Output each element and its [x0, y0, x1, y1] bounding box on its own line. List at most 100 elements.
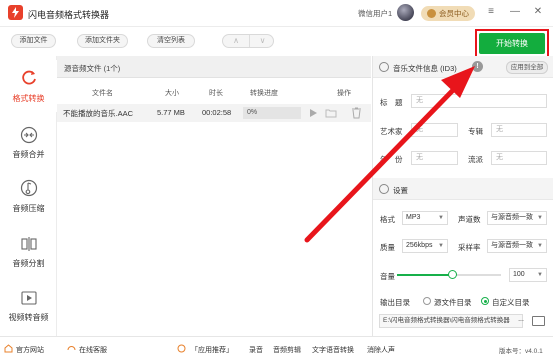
table-row[interactable]: 不能播放的音乐.AAC 5.77 MB 00:02:58 0% — [57, 104, 371, 122]
recommend-label: 「应用推荐」 — [191, 347, 233, 354]
browse-more-button[interactable]: ... — [515, 314, 527, 328]
channels-value: 与源音频一致 — [491, 214, 533, 221]
close-icon[interactable]: ✕ — [532, 6, 544, 18]
genre-label: 流派 — [468, 155, 483, 164]
chevron-down-icon: ▼ — [537, 215, 543, 221]
open-folder-icon[interactable] — [532, 316, 545, 326]
quality-select[interactable]: 256kbps ▼ — [402, 239, 448, 253]
headset-icon — [67, 346, 76, 351]
chevron-down-icon: ▼ — [537, 243, 543, 249]
username[interactable]: 微信用户1 — [358, 8, 392, 19]
volume-input[interactable]: 100 ▼ — [509, 268, 547, 282]
quality-label: 质量 — [380, 243, 395, 252]
volume-slider[interactable] — [397, 270, 501, 279]
column-actions: 操作 — [337, 90, 351, 97]
sidebar-item-audio-split[interactable]: 音频分割 — [0, 231, 57, 283]
start-convert-button[interactable]: 开始转换 — [479, 33, 545, 54]
menu-icon[interactable]: ≡ — [485, 6, 497, 18]
album-label: 专辑 — [468, 127, 483, 136]
conversion-progress-bar: 0% — [243, 107, 301, 119]
avatar[interactable] — [397, 4, 414, 21]
move-up-button[interactable]: ∧ — [223, 35, 249, 47]
id3-header: 音乐文件信息 (ID3) ! 应用到全部 — [373, 56, 553, 78]
volume-value: 100 — [513, 271, 525, 278]
file-name: 不能播放的音乐.AAC — [63, 109, 134, 118]
home-icon — [4, 344, 13, 353]
refresh-icon — [22, 70, 36, 85]
format-select[interactable]: MP3 ▼ — [402, 211, 448, 225]
progress-text: 0% — [247, 109, 258, 116]
sidebar-item-label: 音频分割 — [12, 259, 45, 268]
app-logo — [8, 5, 23, 20]
sidebar-item-format-convert[interactable]: 格式转换 — [0, 60, 57, 112]
output-dir-label: 输出目录 — [380, 298, 410, 307]
samplerate-label: 采样率 — [458, 243, 481, 252]
recommend-icon — [177, 344, 186, 353]
custom-dir-label[interactable]: 自定义目录 — [492, 297, 530, 308]
split-icon — [21, 237, 37, 251]
apply-all-button[interactable]: 应用到全部 — [506, 61, 548, 74]
vip-center-button[interactable]: 会员中心 — [421, 6, 475, 21]
sidebar-item-label: 格式转换 — [12, 94, 45, 103]
info-icon[interactable]: ! — [472, 61, 483, 72]
chevron-down-icon: ▼ — [438, 243, 444, 249]
play-icon[interactable] — [308, 108, 318, 118]
sidebar: 格式转换 音频合并 音频压缩 音频分割 视频转音频 — [0, 56, 57, 336]
sidebar-item-audio-merge[interactable]: 音频合并 — [0, 121, 57, 173]
version-label: 版本号：v4.0.1 — [499, 348, 543, 355]
source-dir-label[interactable]: 源文件目录 — [434, 297, 472, 308]
sidebar-item-audio-compress[interactable]: 音频压缩 — [0, 176, 57, 228]
settings-header: 设置 — [373, 178, 553, 200]
support-link[interactable]: 在线客服 — [79, 345, 107, 355]
settings-title: 设置 — [393, 186, 408, 195]
column-progress: 转换进度 — [250, 90, 278, 97]
volume-slider-handle[interactable] — [447, 270, 457, 279]
format-value: MP3 — [406, 214, 421, 221]
channels-label: 声道数 — [458, 215, 481, 224]
link-audio-edit[interactable]: 音频剪辑 — [273, 345, 301, 355]
right-panel: 音乐文件信息 (ID3) ! 应用到全部 标 题 无 艺术家 无 专辑 无 年 … — [372, 56, 553, 336]
chevron-down-icon: ▼ — [438, 215, 444, 221]
genre-field[interactable]: 无 — [491, 151, 547, 165]
folder-icon[interactable] — [325, 108, 337, 118]
volume-label: 音量 — [380, 272, 395, 281]
delete-icon[interactable] — [351, 107, 362, 119]
video-icon — [21, 291, 37, 305]
source-dir-radio[interactable] — [423, 297, 431, 305]
file-list-columns: 文件名 大小 时长 转换进度 操作 — [57, 83, 371, 101]
bottom-bar: 官方网站 在线客服 「应用推荐」 录音 音频剪辑 文字语音转换 消除人声 版本号… — [0, 336, 553, 359]
year-field[interactable]: 无 — [411, 151, 458, 165]
link-record[interactable]: 录音 — [249, 345, 263, 355]
sidebar-item-label: 音频合并 — [12, 150, 45, 159]
link-text-to-speech[interactable]: 文字语音转换 — [312, 345, 354, 355]
custom-dir-radio[interactable] — [481, 297, 489, 305]
clear-list-button[interactable]: 清空列表 — [147, 34, 195, 48]
year-label: 年 份 — [380, 155, 403, 164]
vip-label: 会员中心 — [439, 9, 469, 18]
gear-icon — [379, 184, 389, 194]
minimize-icon[interactable]: — — [509, 6, 521, 18]
channels-select[interactable]: 与源音频一致 ▼ — [487, 211, 547, 225]
vip-crown-icon — [427, 9, 436, 18]
move-down-button[interactable]: ∨ — [249, 35, 275, 47]
file-list-panel: 源音频文件 (1个) 文件名 大小 时长 转换进度 操作 不能播放的音乐.AAC… — [57, 56, 371, 336]
title-field[interactable]: 无 — [411, 94, 547, 108]
add-file-button[interactable]: 添加文件 — [11, 34, 56, 48]
format-label: 格式 — [380, 215, 395, 224]
sidebar-item-video-to-audio[interactable]: 视频转音频 — [0, 284, 57, 336]
link-vocal-remove[interactable]: 消除人声 — [367, 345, 395, 355]
file-duration: 00:02:58 — [202, 108, 232, 117]
artist-field[interactable]: 无 — [411, 123, 458, 137]
title-bar: 闪电音频格式转换器 微信用户1 会员中心 ≡ — ✕ — [0, 0, 553, 27]
compress-icon — [20, 179, 38, 197]
samplerate-select[interactable]: 与源音频一致 ▼ — [487, 239, 547, 253]
toolbar: 添加文件 添加文件夹 清空列表 ∧ ∨ — [0, 27, 553, 55]
output-path-field[interactable]: E:\闪电音频格式转换器\闪电音频格式转换器 — [379, 314, 523, 328]
title-label: 标 题 — [380, 98, 403, 107]
album-field[interactable]: 无 — [491, 123, 547, 137]
chevron-down-icon: ▼ — [537, 272, 543, 278]
artist-label: 艺术家 — [380, 127, 403, 136]
website-link[interactable]: 官方网站 — [16, 345, 44, 355]
add-folder-button[interactable]: 添加文件夹 — [77, 34, 128, 48]
file-list-header: 源音频文件 (1个) — [57, 56, 371, 78]
